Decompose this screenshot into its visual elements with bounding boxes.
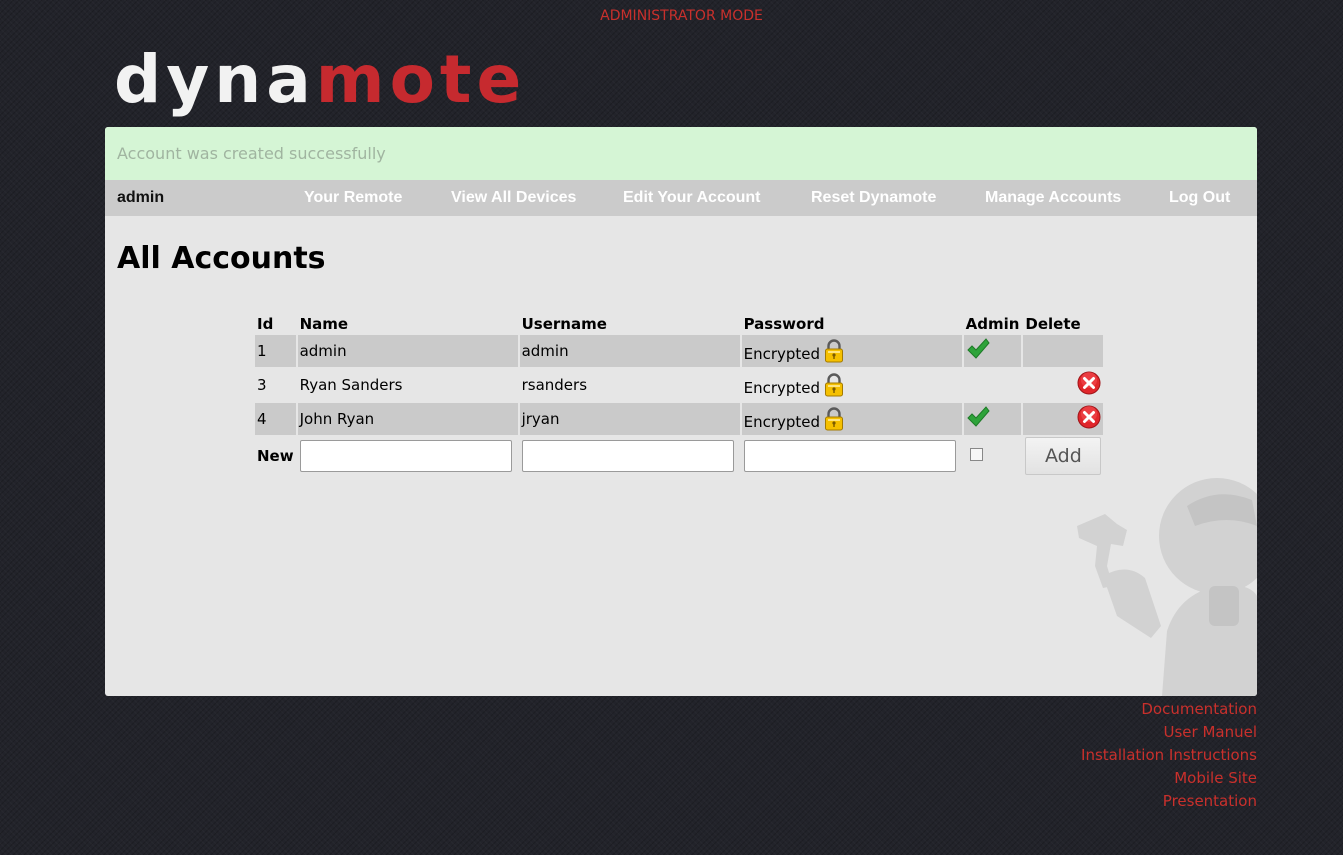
cell-delete: [1023, 369, 1103, 401]
footer-link-mobile-site[interactable]: Mobile Site: [1081, 767, 1257, 790]
password-text: Encrypted: [743, 345, 821, 363]
lock-icon: [825, 407, 844, 431]
cell-username: jryan: [519, 403, 740, 435]
cell-delete: [1023, 335, 1104, 367]
nav-link-your-remote[interactable]: Your Remote: [304, 180, 402, 216]
footer-link-documentation[interactable]: Documentation: [1081, 698, 1257, 721]
delete-icon[interactable]: [1077, 371, 1101, 395]
cell-delete: [1023, 403, 1104, 435]
cell-name: Ryan Sanders: [299, 376, 403, 394]
navbar: admin Your Remote View All Devices Edit …: [105, 180, 1257, 216]
cell-new-admin: [964, 437, 1022, 475]
nav-link-edit-your-account[interactable]: Edit Your Account: [623, 180, 760, 216]
password-text: Encrypted: [743, 379, 821, 397]
cell-name: admin: [297, 335, 518, 367]
column-header-delete: Delete: [1025, 315, 1081, 333]
table-row: 1 admin admin Encrypted: [255, 335, 1104, 367]
nav-link-manage-accounts[interactable]: Manage Accounts: [985, 180, 1121, 216]
lock-icon: [825, 339, 844, 363]
cell-new-password: [742, 437, 962, 475]
logo: dynamote: [114, 40, 526, 120]
add-account-button[interactable]: Add: [1025, 437, 1102, 475]
footer-link-user-manuel[interactable]: User Manuel: [1081, 721, 1257, 744]
table-row: 4 John Ryan jryan Encrypted: [255, 403, 1104, 435]
cell-admin: [963, 335, 1022, 367]
watermark-figure-image: [1077, 478, 1257, 696]
cell-new-username: [520, 437, 740, 475]
cell-admin: [964, 369, 1022, 401]
cell-admin: [963, 403, 1022, 435]
table-row: 3 Ryan Sanders rsanders Encrypted: [255, 369, 1103, 401]
footer-links: Documentation User Manuel Installation I…: [1081, 698, 1257, 813]
delete-icon[interactable]: [1077, 405, 1101, 429]
column-header-username: Username: [521, 315, 607, 333]
checkmark-icon: [966, 338, 990, 359]
accounts-table: Id Name Username Password Admin Delete 1…: [253, 305, 1105, 477]
column-header-password: Password: [743, 315, 825, 333]
checkmark-icon: [966, 406, 990, 427]
table-header-row: Id Name Username Password Admin Delete: [255, 307, 1103, 333]
new-admin-checkbox[interactable]: [969, 448, 983, 461]
cell-password: Encrypted: [741, 335, 962, 367]
column-header-id: Id: [257, 315, 274, 333]
cell-id: 4: [255, 403, 296, 435]
success-alert: Account was created successfully: [105, 127, 1257, 180]
cell-new-add: Add: [1023, 437, 1103, 475]
cell-id: 1: [255, 335, 296, 367]
main-panel: Account was created successfully admin Y…: [105, 127, 1257, 696]
cell-id: 3: [257, 376, 267, 394]
cell-new-name: [298, 437, 518, 475]
footer-link-installation-instructions[interactable]: Installation Instructions: [1081, 744, 1257, 767]
column-header-name: Name: [299, 315, 349, 333]
new-password-input[interactable]: [743, 440, 956, 472]
column-header-admin: Admin: [965, 315, 1020, 333]
footer-link-presentation[interactable]: Presentation: [1081, 790, 1257, 813]
cell-password: Encrypted: [742, 369, 962, 401]
nav-link-reset-dynamote[interactable]: Reset Dynamote: [811, 180, 936, 216]
new-account-row: New Add: [255, 437, 1103, 475]
cell-username: admin: [519, 335, 740, 367]
page-title: All Accounts: [117, 241, 326, 276]
logo-part-dyna: dyna: [114, 41, 316, 118]
new-username-input[interactable]: [521, 440, 734, 472]
new-name-input[interactable]: [299, 440, 512, 472]
password-text: Encrypted: [743, 413, 821, 431]
cell-username: rsanders: [521, 376, 588, 394]
admin-mode-banner: ADMINISTRATOR MODE: [600, 8, 763, 24]
cell-password: Encrypted: [741, 403, 962, 435]
nav-username: admin: [117, 189, 165, 206]
lock-icon: [825, 373, 844, 397]
logo-part-mote: mote: [315, 41, 527, 118]
nav-link-log-out[interactable]: Log Out: [1169, 180, 1230, 216]
nav-link-view-all-devices[interactable]: View All Devices: [451, 180, 576, 216]
new-row-label: New: [257, 447, 294, 465]
cell-name: John Ryan: [297, 403, 518, 435]
